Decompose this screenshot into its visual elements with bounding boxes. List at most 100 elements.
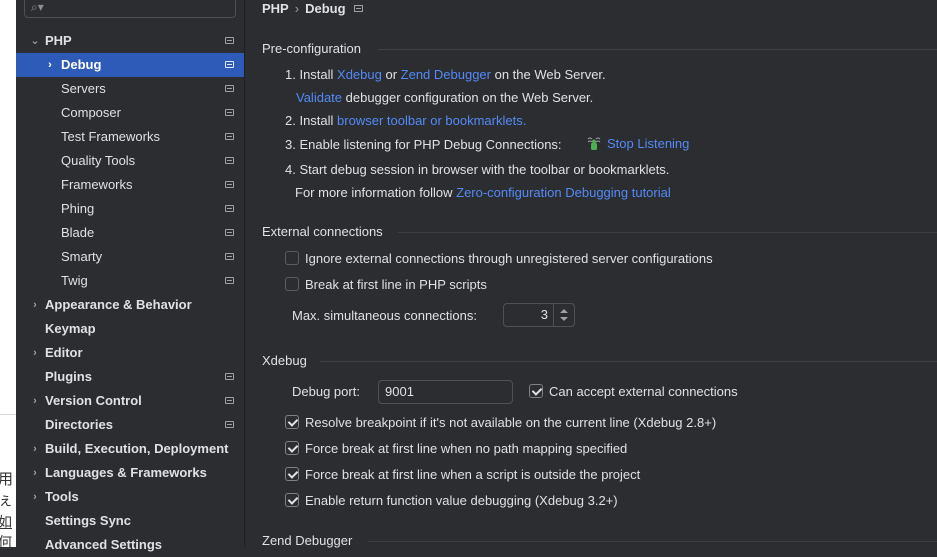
- sidebar-item-keymap[interactable]: Keymap: [16, 317, 244, 341]
- stop-listening-link[interactable]: Stop Listening: [607, 136, 689, 151]
- stop-listening-icon[interactable]: [587, 137, 601, 151]
- sidebar-item-frameworks[interactable]: Frameworks: [16, 173, 244, 197]
- breadcrumb-separator: ›: [294, 1, 300, 16]
- chevron-right-icon: ›: [33, 347, 37, 359]
- sidebar-item-php[interactable]: ⌄ PHP: [16, 29, 244, 53]
- sidebar-item-twig[interactable]: Twig: [16, 269, 244, 293]
- ignore-external-label: Ignore external connections through unre…: [305, 251, 713, 266]
- project-level-icon: [225, 133, 234, 140]
- search-input[interactable]: ⌕▾: [24, 0, 236, 18]
- sidebar-item-test-frameworks[interactable]: Test Frameworks: [16, 125, 244, 149]
- chevron-right-icon: ›: [33, 491, 37, 503]
- preconfig-step1: 1. Install Xdebug or Zend Debugger on th…: [285, 67, 606, 82]
- preconfig-step2: 2. Install browser toolbar or bookmarkle…: [285, 113, 526, 128]
- section-xdebug: Xdebug: [262, 353, 937, 368]
- step1-or: or: [381, 67, 401, 82]
- spinner-up-icon[interactable]: [560, 309, 568, 313]
- max-connections-label: Max. simultaneous connections:: [292, 308, 477, 323]
- section-title: External connections: [262, 224, 383, 239]
- return-value-debug-checkbox[interactable]: [285, 493, 299, 507]
- project-level-icon: [225, 421, 234, 428]
- step1-prefix: 1. Install: [285, 67, 338, 82]
- project-level-icon: [225, 277, 234, 284]
- max-connections-value: 3: [540, 307, 548, 322]
- step3-text: 3. Enable listening for PHP Debug Connec…: [285, 137, 562, 152]
- accept-external-label: Can accept external connections: [549, 384, 738, 399]
- search-icon: ⌕▾: [31, 0, 44, 14]
- step2-prefix: 2. Install: [285, 113, 338, 128]
- project-level-icon: [225, 109, 234, 116]
- sidebar-item-editor[interactable]: › Editor: [16, 341, 244, 365]
- sidebar-item-directories[interactable]: Directories: [16, 413, 244, 437]
- break-first-line-label: Break at first line in PHP scripts: [305, 277, 487, 292]
- break-first-line-checkbox[interactable]: [285, 277, 299, 291]
- sidebar-item-plugins[interactable]: Plugins: [16, 365, 244, 389]
- project-level-icon: [225, 61, 234, 68]
- ignore-external-checkbox[interactable]: [285, 251, 299, 265]
- sidebar-item-version-control[interactable]: › Version Control: [16, 389, 244, 413]
- step4-text: 4. Start debug session in browser with t…: [285, 162, 670, 177]
- project-level-icon: [225, 205, 234, 212]
- return-value-debug-label: Enable return function value debugging (…: [305, 493, 618, 508]
- section-title: Pre-configuration: [262, 41, 361, 56]
- sidebar-item-blade[interactable]: Blade: [16, 221, 244, 245]
- validate-link[interactable]: Validate: [296, 90, 342, 105]
- sidebar-item-composer[interactable]: Composer: [16, 101, 244, 125]
- background-window: 用ぇ 如何: [0, 0, 16, 551]
- breadcrumb-parent[interactable]: PHP: [262, 1, 289, 16]
- xdebug-link[interactable]: Xdebug: [337, 67, 382, 82]
- section-divider: [378, 49, 937, 50]
- section-divider: [368, 541, 937, 542]
- sidebar-item-tools[interactable]: › Tools: [16, 485, 244, 509]
- section-divider: [398, 232, 937, 233]
- project-level-icon: [225, 85, 234, 92]
- section-zend-debugger: Zend Debugger: [262, 533, 937, 548]
- max-connections-spinner[interactable]: 3: [503, 303, 575, 327]
- project-level-icon: [353, 5, 363, 13]
- sidebar-item-build-execution-deployment[interactable]: › Build, Execution, Deployment: [16, 437, 244, 461]
- project-level-icon: [225, 181, 234, 188]
- breadcrumb-current: Debug: [305, 1, 346, 16]
- debug-port-input[interactable]: 9001: [378, 380, 513, 404]
- force-break-no-mapping-checkbox[interactable]: [285, 441, 299, 455]
- validate-suffix: debugger configuration on the Web Server…: [342, 90, 594, 105]
- chevron-right-icon: ›: [33, 299, 37, 311]
- spinner-down-icon[interactable]: [560, 317, 568, 321]
- accept-external-checkbox[interactable]: [529, 384, 543, 398]
- more-info-prefix: For more information follow: [295, 185, 457, 200]
- settings-sidebar: ⌕▾ ⌄ PHP › Debug Servers Composer Test F…: [16, 0, 245, 552]
- preconfig-validate: Validate debugger configuration on the W…: [296, 90, 593, 105]
- section-preconfiguration: Pre-configuration: [262, 41, 937, 56]
- force-break-outside-label: Force break at first line when a script …: [305, 467, 641, 482]
- zend-debugger-link[interactable]: Zend Debugger: [401, 67, 491, 82]
- force-break-outside-checkbox[interactable]: [285, 467, 299, 481]
- section-external-connections: External connections: [262, 224, 937, 239]
- bookmarklets-link[interactable]: browser toolbar or bookmarklets.: [337, 113, 526, 128]
- section-divider: [320, 361, 937, 362]
- project-level-icon: [225, 397, 234, 404]
- sidebar-item-appearance-behavior[interactable]: › Appearance & Behavior: [16, 293, 244, 317]
- background-text-1: 用ぇ: [0, 470, 14, 509]
- sidebar-item-advanced-settings[interactable]: Advanced Settings: [16, 533, 244, 557]
- sidebar-item-smarty[interactable]: Smarty: [16, 245, 244, 269]
- project-level-icon: [225, 373, 234, 380]
- sidebar-item-languages-frameworks[interactable]: › Languages & Frameworks: [16, 461, 244, 485]
- section-title: Zend Debugger: [262, 533, 353, 548]
- background-divider: [0, 414, 16, 415]
- section-title: Xdebug: [262, 353, 307, 368]
- resolve-breakpoint-checkbox[interactable]: [285, 415, 299, 429]
- chevron-right-icon: ›: [33, 443, 37, 455]
- spinner-buttons[interactable]: [553, 304, 574, 326]
- tutorial-link[interactable]: Zero-configuration Debugging tutorial: [456, 185, 671, 200]
- sidebar-item-quality-tools[interactable]: Quality Tools: [16, 149, 244, 173]
- sidebar-item-settings-sync[interactable]: Settings Sync: [16, 509, 244, 533]
- sidebar-item-servers[interactable]: Servers: [16, 77, 244, 101]
- background-text-2: 如何: [0, 515, 12, 551]
- preconfig-step4: 4. Start debug session in browser with t…: [285, 162, 669, 177]
- chevron-right-icon: ›: [33, 395, 37, 407]
- project-level-icon: [225, 37, 234, 44]
- chevron-right-icon: ›: [33, 467, 37, 479]
- sidebar-item-phing[interactable]: Phing: [16, 197, 244, 221]
- chevron-right-icon: ›: [48, 59, 52, 71]
- sidebar-item-debug[interactable]: › Debug: [16, 53, 244, 77]
